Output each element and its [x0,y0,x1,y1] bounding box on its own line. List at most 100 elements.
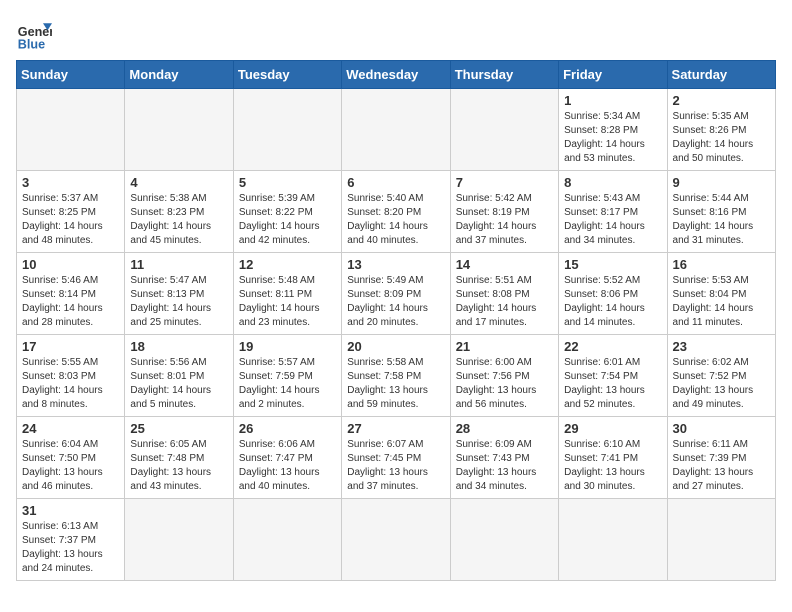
day-info: Sunrise: 5:37 AM Sunset: 8:25 PM Dayligh… [22,192,119,248]
date-number: 18 [130,339,227,354]
calendar-cell: 1 Sunrise: 5:34 AM Sunset: 8:28 PM Daylig… [559,89,667,171]
day-info: Sunrise: 5:58 AM Sunset: 7:58 PM Dayligh… [347,356,444,412]
calendar-cell: 10 Sunrise: 5:46 AM Sunset: 8:14 PM Dayli… [17,253,125,335]
day-info: Sunrise: 5:39 AM Sunset: 8:22 PM Dayligh… [239,192,336,248]
date-number: 26 [239,421,336,436]
calendar-cell: 29 Sunrise: 6:10 AM Sunset: 7:41 PM Dayli… [559,417,667,499]
day-info: Sunrise: 5:43 AM Sunset: 8:17 PM Dayligh… [564,192,661,248]
day-header-thursday: Thursday [450,61,558,89]
date-number: 17 [22,339,119,354]
date-number: 2 [673,93,770,108]
calendar-cell [450,89,558,171]
day-info: Sunrise: 6:05 AM Sunset: 7:48 PM Dayligh… [130,438,227,494]
day-info: Sunrise: 6:07 AM Sunset: 7:45 PM Dayligh… [347,438,444,494]
date-number: 28 [456,421,553,436]
logo: General Blue [16,16,52,52]
calendar-cell: 24 Sunrise: 6:04 AM Sunset: 7:50 PM Dayli… [17,417,125,499]
date-number: 12 [239,257,336,272]
calendar-cell [233,89,341,171]
date-number: 20 [347,339,444,354]
calendar-cell: 5Sunrise: 5:39 AM Sunset: 8:22 PM Daylig… [233,171,341,253]
calendar-week-row: 1 Sunrise: 5:34 AM Sunset: 8:28 PM Daylig… [17,89,776,171]
calendar-cell: 21Sunrise: 6:00 AM Sunset: 7:56 PM Dayli… [450,335,558,417]
day-info: Sunrise: 5:56 AM Sunset: 8:01 PM Dayligh… [130,356,227,412]
date-number: 31 [22,503,119,518]
calendar-cell: 15 Sunrise: 5:52 AM Sunset: 8:06 PM Dayli… [559,253,667,335]
calendar-cell: 12Sunrise: 5:48 AM Sunset: 8:11 PM Dayli… [233,253,341,335]
date-number: 29 [564,421,661,436]
date-number: 10 [22,257,119,272]
calendar-cell [342,499,450,581]
calendar-cell: 25 Sunrise: 6:05 AM Sunset: 7:48 PM Dayli… [125,417,233,499]
day-info: Sunrise: 6:02 AM Sunset: 7:52 PM Dayligh… [673,356,770,412]
date-number: 1 [564,93,661,108]
date-number: 8 [564,175,661,190]
day-info: Sunrise: 5:46 AM Sunset: 8:14 PM Dayligh… [22,274,119,330]
day-header-wednesday: Wednesday [342,61,450,89]
date-number: 3 [22,175,119,190]
day-info: Sunrise: 6:06 AM Sunset: 7:47 PM Dayligh… [239,438,336,494]
day-info: Sunrise: 5:57 AM Sunset: 7:59 PM Dayligh… [239,356,336,412]
day-info: Sunrise: 6:13 AM Sunset: 7:37 PM Dayligh… [22,520,119,576]
calendar-cell: 28 Sunrise: 6:09 AM Sunset: 7:43 PM Dayli… [450,417,558,499]
calendar-week-row: 24 Sunrise: 6:04 AM Sunset: 7:50 PM Dayli… [17,417,776,499]
calendar-cell: 13Sunrise: 5:49 AM Sunset: 8:09 PM Dayli… [342,253,450,335]
day-info: Sunrise: 6:04 AM Sunset: 7:50 PM Dayligh… [22,438,119,494]
day-info: Sunrise: 5:40 AM Sunset: 8:20 PM Dayligh… [347,192,444,248]
day-info: Sunrise: 5:53 AM Sunset: 8:04 PM Dayligh… [673,274,770,330]
day-info: Sunrise: 6:00 AM Sunset: 7:56 PM Dayligh… [456,356,553,412]
date-number: 7 [456,175,553,190]
calendar-cell: 23 Sunrise: 6:02 AM Sunset: 7:52 PM Dayli… [667,335,775,417]
calendar-cell [342,89,450,171]
day-info: Sunrise: 5:34 AM Sunset: 8:28 PM Dayligh… [564,110,661,166]
day-header-monday: Monday [125,61,233,89]
date-number: 23 [673,339,770,354]
calendar-cell: 14Sunrise: 5:51 AM Sunset: 8:08 PM Dayli… [450,253,558,335]
calendar-cell: 16Sunrise: 5:53 AM Sunset: 8:04 PM Dayli… [667,253,775,335]
calendar-cell: 31 Sunrise: 6:13 AM Sunset: 7:37 PM Dayli… [17,499,125,581]
date-number: 4 [130,175,227,190]
day-header-friday: Friday [559,61,667,89]
day-info: Sunrise: 6:01 AM Sunset: 7:54 PM Dayligh… [564,356,661,412]
day-info: Sunrise: 5:51 AM Sunset: 8:08 PM Dayligh… [456,274,553,330]
date-number: 27 [347,421,444,436]
date-number: 30 [673,421,770,436]
day-info: Sunrise: 6:10 AM Sunset: 7:41 PM Dayligh… [564,438,661,494]
date-number: 11 [130,257,227,272]
day-header-tuesday: Tuesday [233,61,341,89]
logo-icon: General Blue [16,16,52,52]
calendar-cell: 4Sunrise: 5:38 AM Sunset: 8:23 PM Daylig… [125,171,233,253]
calendar-cell: 17 Sunrise: 5:55 AM Sunset: 8:03 PM Dayli… [17,335,125,417]
calendar-cell [559,499,667,581]
calendar-cell [667,499,775,581]
date-number: 13 [347,257,444,272]
svg-text:Blue: Blue [18,37,45,51]
calendar-cell: 8 Sunrise: 5:43 AM Sunset: 8:17 PM Daylig… [559,171,667,253]
calendar-week-row: 31 Sunrise: 6:13 AM Sunset: 7:37 PM Dayli… [17,499,776,581]
calendar-cell [17,89,125,171]
date-number: 19 [239,339,336,354]
date-number: 24 [22,421,119,436]
calendar-cell: 9 Sunrise: 5:44 AM Sunset: 8:16 PM Daylig… [667,171,775,253]
date-number: 22 [564,339,661,354]
day-info: Sunrise: 5:44 AM Sunset: 8:16 PM Dayligh… [673,192,770,248]
page-header: General Blue [16,16,776,52]
day-info: Sunrise: 5:52 AM Sunset: 8:06 PM Dayligh… [564,274,661,330]
calendar-cell: 2 Sunrise: 5:35 AM Sunset: 8:26 PM Daylig… [667,89,775,171]
day-header-saturday: Saturday [667,61,775,89]
date-number: 25 [130,421,227,436]
calendar-cell: 19 Sunrise: 5:57 AM Sunset: 7:59 PM Dayli… [233,335,341,417]
calendar-cell: 18 Sunrise: 5:56 AM Sunset: 8:01 PM Dayli… [125,335,233,417]
calendar-week-row: 17 Sunrise: 5:55 AM Sunset: 8:03 PM Dayli… [17,335,776,417]
day-info: Sunrise: 5:35 AM Sunset: 8:26 PM Dayligh… [673,110,770,166]
calendar-cell: 3 Sunrise: 5:37 AM Sunset: 8:25 PM Daylig… [17,171,125,253]
date-number: 9 [673,175,770,190]
day-info: Sunrise: 5:55 AM Sunset: 8:03 PM Dayligh… [22,356,119,412]
calendar-cell [450,499,558,581]
date-number: 15 [564,257,661,272]
calendar-cell: 22 Sunrise: 6:01 AM Sunset: 7:54 PM Dayli… [559,335,667,417]
day-info: Sunrise: 6:09 AM Sunset: 7:43 PM Dayligh… [456,438,553,494]
day-info: Sunrise: 5:47 AM Sunset: 8:13 PM Dayligh… [130,274,227,330]
calendar-cell: 26 Sunrise: 6:06 AM Sunset: 7:47 PM Dayli… [233,417,341,499]
day-header-sunday: Sunday [17,61,125,89]
